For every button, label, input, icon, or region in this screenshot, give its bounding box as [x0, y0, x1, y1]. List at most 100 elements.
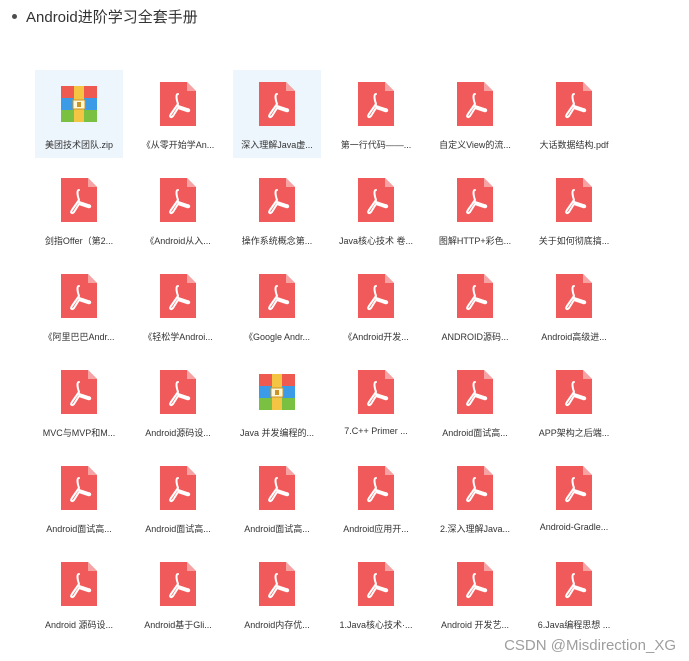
file-name: 《Android开发...	[343, 332, 409, 342]
file-item[interactable]: Android内存优...	[233, 550, 321, 638]
file-name: Android内存优...	[244, 620, 310, 630]
pdf-icon	[257, 176, 297, 224]
file-name: 《阿里巴巴Andr...	[43, 332, 115, 342]
file-name: Android面试高...	[145, 524, 211, 534]
pdf-icon	[59, 464, 99, 512]
file-name: 关于如何彻底搞...	[538, 236, 610, 246]
pdf-icon	[59, 176, 99, 224]
file-item[interactable]: 自定义View的流...	[431, 70, 519, 158]
section-heading: Android进阶学习全套手册	[26, 8, 198, 26]
file-grid: 美团技术团队.zip 《从零开始学An... 深入理解Java虚... 第一行代码——…	[35, 70, 618, 638]
file-name: 大话数据结构.pdf	[539, 140, 609, 150]
file-name: 2.深入理解Java...	[439, 524, 511, 534]
file-name: 操作系统概念第...	[241, 236, 313, 246]
file-item[interactable]: 第一行代码——...	[332, 70, 420, 158]
file-name: Java核心技术 卷...	[338, 236, 413, 246]
pdf-icon	[356, 464, 396, 512]
file-item[interactable]: 1.Java核心技术·...	[332, 550, 420, 638]
watermark: CSDN @Misdirection_XG	[504, 637, 676, 654]
file-name: 《轻松学Androi...	[143, 332, 213, 342]
pdf-icon	[158, 176, 198, 224]
pdf-icon	[554, 176, 594, 224]
pdf-icon	[356, 272, 396, 320]
pdf-icon	[554, 368, 594, 416]
file-name: 《Android从入...	[145, 236, 211, 246]
file-item[interactable]: Android 源码设...	[35, 550, 123, 638]
file-item[interactable]: 《Android从入...	[134, 166, 222, 254]
file-item[interactable]: Java 并发编程的...	[233, 358, 321, 446]
pdf-icon	[158, 80, 198, 128]
file-name: 6.Java编程思想 ...	[537, 620, 611, 630]
file-item[interactable]: 《从零开始学An...	[134, 70, 222, 158]
file-item[interactable]: Android应用开...	[332, 454, 420, 542]
file-item[interactable]: 剑指Offer（第2...	[35, 166, 123, 254]
pdf-icon	[356, 80, 396, 128]
file-item[interactable]: Android基于Gli...	[134, 550, 222, 638]
file-item[interactable]: 《Google Andr...	[233, 262, 321, 350]
file-item[interactable]: Android面试高...	[134, 454, 222, 542]
file-name: Android源码设...	[145, 428, 211, 438]
file-item[interactable]: ANDROID源码...	[431, 262, 519, 350]
file-name: 第一行代码——...	[340, 140, 412, 150]
pdf-icon	[257, 272, 297, 320]
pdf-icon	[158, 464, 198, 512]
pdf-icon	[554, 80, 594, 128]
file-name: 《Google Andr...	[243, 332, 311, 342]
file-item[interactable]: 关于如何彻底搞...	[530, 166, 618, 254]
file-item[interactable]: Android 开发艺...	[431, 550, 519, 638]
pdf-icon	[356, 176, 396, 224]
file-item[interactable]: Android面试高...	[431, 358, 519, 446]
file-name: 1.Java核心技术·...	[339, 620, 413, 630]
file-item[interactable]: MVC与MVP和M...	[35, 358, 123, 446]
pdf-icon	[59, 560, 99, 608]
pdf-icon	[59, 368, 99, 416]
file-item[interactable]: 美团技术团队.zip	[35, 70, 123, 158]
file-item[interactable]: Java核心技术 卷...	[332, 166, 420, 254]
file-item[interactable]: 6.Java编程思想 ...	[530, 550, 618, 638]
file-item[interactable]: 操作系统概念第...	[233, 166, 321, 254]
file-name: Android-Gradle...	[539, 522, 609, 532]
file-name: Android面试高...	[442, 428, 508, 438]
file-name: MVC与MVP和M...	[42, 428, 116, 438]
file-name: Android基于Gli...	[144, 620, 212, 630]
pdf-icon	[158, 560, 198, 608]
file-name: Android面试高...	[244, 524, 310, 534]
pdf-icon	[554, 272, 594, 320]
file-name: 《从零开始学An...	[141, 140, 215, 150]
file-item[interactable]: Android源码设...	[134, 358, 222, 446]
file-item[interactable]: Android面试高...	[35, 454, 123, 542]
file-item[interactable]: 《轻松学Androi...	[134, 262, 222, 350]
pdf-icon	[59, 272, 99, 320]
file-name: Android应用开...	[343, 524, 409, 534]
file-name: 美团技术团队.zip	[44, 140, 113, 150]
archive-icon	[59, 80, 99, 128]
file-item[interactable]: 《Android开发...	[332, 262, 420, 350]
file-name: 剑指Offer（第2...	[44, 236, 114, 246]
file-name: Android 开发艺...	[440, 620, 510, 630]
file-item[interactable]: Android面试高...	[233, 454, 321, 542]
file-item[interactable]: 7.C++ Primer ...	[332, 358, 420, 446]
file-item[interactable]: 图解HTTP+彩色...	[431, 166, 519, 254]
file-item[interactable]: 2.深入理解Java...	[431, 454, 519, 542]
pdf-icon	[257, 80, 297, 128]
file-name: 深入理解Java虚...	[241, 140, 313, 150]
file-item[interactable]: 深入理解Java虚...	[233, 70, 321, 158]
pdf-icon	[158, 272, 198, 320]
file-item[interactable]: APP架构之后端...	[530, 358, 618, 446]
file-name: APP架构之后端...	[538, 428, 610, 438]
file-name: Android面试高...	[46, 524, 112, 534]
file-name: Android高级进...	[541, 332, 607, 342]
file-item[interactable]: 大话数据结构.pdf	[530, 70, 618, 158]
archive-icon	[257, 368, 297, 416]
file-item[interactable]: 《阿里巴巴Andr...	[35, 262, 123, 350]
pdf-icon	[455, 560, 495, 608]
pdf-icon	[455, 80, 495, 128]
pdf-icon	[455, 464, 495, 512]
file-item[interactable]: Android-Gradle...	[530, 454, 618, 542]
pdf-icon	[455, 272, 495, 320]
file-name: 7.C++ Primer ...	[344, 426, 408, 436]
pdf-icon	[554, 560, 594, 608]
file-item[interactable]: Android高级进...	[530, 262, 618, 350]
list-item: Android进阶学习全套手册	[8, 6, 198, 26]
file-name: 图解HTTP+彩色...	[438, 236, 512, 246]
